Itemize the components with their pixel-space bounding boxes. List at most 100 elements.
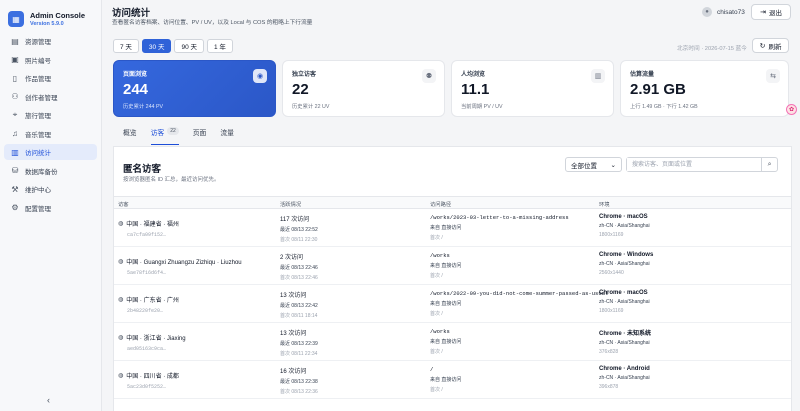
brand-name: Admin Console bbox=[30, 10, 86, 20]
timestamp: 北京时间 · 2026-07-15 蓝今 bbox=[677, 46, 747, 52]
stat-card-traffic: 估算流量 2.91 GB 上行 1.49 GB · 下行 1.42 GB ⇆ bbox=[620, 60, 789, 117]
sidebar-item-resources[interactable]: ▤ 资源管理 bbox=[4, 33, 97, 49]
sidebar-item-photos[interactable]: ▣ 照片编号 bbox=[4, 52, 97, 68]
visit-path: / bbox=[430, 366, 434, 373]
stat-value: 11.1 bbox=[461, 81, 490, 98]
logout-button[interactable]: ⇥ 退出 bbox=[751, 4, 791, 20]
chevron-down-icon: ⌄ bbox=[610, 161, 616, 169]
first-visit: 首次 08/11 18:14 bbox=[280, 313, 318, 319]
table-row[interactable]: ◍ 中国 · 福建省 · 福州 ca7cfa09f152… 117 次访问 最近 08… bbox=[114, 209, 791, 247]
tab-label: 流量 bbox=[220, 130, 234, 137]
tab-label: 页面 bbox=[192, 130, 207, 137]
sidebar-item-creators[interactable]: ⚇ 创作者管理 bbox=[4, 89, 97, 105]
globe-icon: ◍ bbox=[118, 335, 124, 341]
first-visit: 首次 08/11 22:30 bbox=[280, 237, 318, 243]
main-content: 访问统计 查看匿名访客档案、访问位置、PV / UV，以及 Local 与 CO… bbox=[103, 0, 800, 411]
sidebar-item-travel[interactable]: ⌖ 旅行管理 bbox=[4, 107, 97, 123]
panel-description: 按浏览器匿名 ID 汇总，最近访问优先。 bbox=[123, 177, 220, 183]
stat-card-pageviews: 页面浏览 244 历史累计 244 PV ◉ bbox=[113, 60, 276, 117]
locale: zh-CN · Asia/Shanghai bbox=[599, 375, 650, 381]
column-header: 访问路径 bbox=[430, 202, 452, 208]
sidebar-item-label: 照片编号 bbox=[25, 57, 51, 65]
range-selector: 7 天 30 天 90 天 1 年 bbox=[113, 39, 236, 53]
first-visit: 首次 08/13 22:46 bbox=[280, 275, 318, 281]
table-row[interactable]: ◍ 中国 · 四川省 · 成都 5ac23d0f5252… 16 次访问 最近 08/… bbox=[114, 361, 791, 399]
first-path: 首次 / bbox=[430, 387, 443, 393]
search-input[interactable] bbox=[627, 158, 762, 171]
range-30d[interactable]: 30 天 bbox=[141, 39, 172, 53]
browser-os: Chrome · Android bbox=[599, 366, 650, 372]
tab-label: 概览 bbox=[123, 130, 137, 137]
visitor-id: ca7cfa09f152… bbox=[127, 232, 167, 238]
visit-count: 2 次访问 bbox=[280, 255, 304, 261]
stat-value: 2.91 GB bbox=[630, 81, 686, 98]
search-icon[interactable]: ⌕ bbox=[761, 158, 777, 171]
layers-icon: ▤ bbox=[11, 36, 19, 46]
referrer: 来自 直接访问 bbox=[430, 225, 462, 231]
first-path: 首次 / bbox=[430, 349, 443, 355]
logout-icon: ⇥ bbox=[760, 9, 766, 16]
stat-sub: 当前周期 PV / UV bbox=[461, 104, 503, 110]
sidebar-item-label: 访问统计 bbox=[25, 150, 51, 157]
tab-overview[interactable]: 概览 bbox=[123, 127, 137, 145]
latest-visit: 最近 08/13 22:52 bbox=[280, 227, 318, 233]
refresh-label: 刷新 bbox=[768, 43, 782, 51]
latest-visit: 最近 08/13 22:42 bbox=[280, 303, 318, 309]
headphones-icon: ♫ bbox=[12, 129, 18, 138]
first-visit: 首次 08/11 22:34 bbox=[280, 351, 318, 357]
table-row[interactable]: ◍ 中国 · Guangxi Zhuangzu Zizhiqu · Liuzhou… bbox=[114, 247, 791, 285]
eye-icon: ◉ bbox=[253, 69, 267, 83]
visitors-panel: 匿名访客 按浏览器匿名 ID 汇总，最近访问优先。 全部位置 ⌄ ⌕ 访客 活跃… bbox=[113, 147, 792, 411]
transfer-icon: ⇆ bbox=[766, 69, 780, 83]
collapse-sidebar-button[interactable]: ‹ bbox=[47, 395, 50, 405]
tab-visitors[interactable]: 访客 22 bbox=[150, 127, 179, 145]
sidebar-item-label: 作品管理 bbox=[25, 76, 51, 83]
avatar[interactable]: ● bbox=[702, 7, 712, 17]
stat-card-visitors: 独立访客 22 历史累计 22 UV ⚉ bbox=[282, 60, 445, 117]
sidebar-item-config[interactable]: ⚙ 配置管理 bbox=[4, 200, 97, 216]
brand[interactable]: ▦ Admin Console Version 5.9.0 bbox=[0, 0, 101, 30]
tab-traffic[interactable]: 流量 bbox=[220, 127, 234, 145]
sidebar-item-analytics[interactable]: ▥ 访问统计 bbox=[4, 144, 97, 160]
tab-pages[interactable]: 页面 bbox=[193, 127, 207, 145]
table-row[interactable]: ◍ 中国 · 浙江省 · Jiaxing aed05163c9ca… 13 次访问最… bbox=[114, 323, 791, 361]
table-row[interactable]: ◍ 中国 · 广东省 · 广州 2b48220fe20… 13 次访问 最近 08/1… bbox=[114, 285, 791, 323]
panel-title: 匿名访客 bbox=[123, 164, 162, 175]
assistant-icon[interactable]: ✿ bbox=[786, 104, 797, 115]
range-7d[interactable]: 7 天 bbox=[113, 39, 139, 53]
sidebar-item-label: 资源管理 bbox=[25, 39, 51, 46]
location-select[interactable]: 全部位置 ⌄ bbox=[565, 157, 622, 172]
tab-count-badge: 22 bbox=[167, 127, 179, 135]
sidebar-item-music[interactable]: ♫ 音乐管理 bbox=[4, 126, 97, 142]
sidebar-item-works[interactable]: ▯ 作品管理 bbox=[4, 70, 97, 86]
screen-size: 396x878 bbox=[599, 384, 619, 390]
refresh-button[interactable]: ↻ 刷新 bbox=[752, 38, 789, 53]
stat-label: 独立访客 bbox=[292, 72, 317, 78]
stat-value: 244 bbox=[123, 81, 149, 98]
browser-os: Chrome · macOS bbox=[599, 290, 648, 296]
bar-chart-icon: ▥ bbox=[11, 147, 19, 157]
globe-icon: ◍ bbox=[118, 221, 124, 227]
user-name[interactable]: chisato73 bbox=[717, 9, 745, 16]
tab-label: 访客 bbox=[150, 130, 165, 137]
visitor-location: 中国 · 福建省 · 福州 bbox=[126, 222, 179, 228]
sidebar-item-backup[interactable]: ⛁ 数据库备份 bbox=[4, 163, 97, 179]
locale: zh-CN · Asia/Shanghai bbox=[599, 340, 650, 346]
sidebar-item-maintenance[interactable]: ⚒ 维护中心 bbox=[4, 181, 97, 197]
database-icon: ⛁ bbox=[11, 166, 19, 175]
visit-count: 13 次访问 bbox=[280, 293, 307, 299]
range-90d[interactable]: 90 天 bbox=[174, 39, 205, 53]
visitor-id: 5ac23d0f5252… bbox=[127, 384, 167, 390]
sidebar-item-label: 旅行管理 bbox=[25, 113, 51, 120]
sidebar-item-label: 数据库备份 bbox=[25, 168, 58, 176]
visitor-location: 中国 · 广东省 · 广州 bbox=[126, 298, 179, 304]
first-path: 首次 / bbox=[430, 311, 443, 317]
visit-path: /works bbox=[430, 328, 450, 335]
browser-os: Chrome · Windows bbox=[599, 252, 654, 258]
stat-sub: 历史累计 22 UV bbox=[292, 104, 330, 110]
file-icon: ▯ bbox=[12, 73, 18, 83]
range-1y[interactable]: 1 年 bbox=[207, 39, 233, 53]
grid-icon: ▦ bbox=[8, 11, 24, 27]
first-visit: 首次 08/13 22:36 bbox=[280, 389, 318, 395]
visit-path: /works bbox=[430, 252, 450, 259]
